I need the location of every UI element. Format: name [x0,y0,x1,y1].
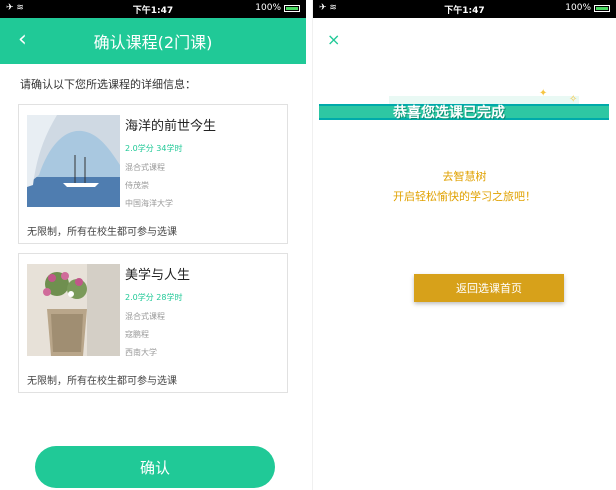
course-school: 中国海洋大学 [125,199,173,208]
nav-bar: ‹ 确认课程(2门课) [0,18,306,64]
status-bar: ✈ ≋ 下午1:47 100% [0,0,306,18]
course-name: 海洋的前世今生 [125,119,217,134]
page-title: 确认课程(2门课) [93,33,213,52]
status-right: 100% [565,3,610,13]
course-credits-hours: 2.0学分 28学时 [125,292,182,303]
status-bar: ✈ ≋ 下午1:47 100% [313,0,616,18]
message-line-1: 去智慧树 [442,170,487,183]
course-restriction: 无限制，所有在校生都可参与选课 [27,227,177,238]
confirm-courses-screen: ✈ ≋ 下午1:47 100% ‹ 确认课程(2门课) 请确认以下您所选课程的详… [0,0,306,490]
course-image-flowers [27,264,120,356]
course-mode: 混合式课程 [125,163,165,172]
course-image-ocean [27,115,120,207]
intro-text: 请确认以下您所选课程的详细信息： [20,78,196,91]
course-hours: 28学时 [156,293,183,302]
status-right: 100% [255,3,300,13]
battery-icon [594,4,610,12]
sparkle-icon: ✦ [539,88,548,99]
banner-text: 恭喜您选课已完成 [393,105,505,121]
course-name: 美学与人生 [125,268,191,283]
battery-percent: 100% [255,3,281,13]
course-card[interactable]: 美学与人生 2.0学分 28学时 混合式课程 寇鹏程 西南大学 无限制，所有在校… [18,253,288,393]
course-hours: 34学时 [156,144,183,153]
return-home-button[interactable]: 返回选课首页 [414,274,564,302]
course-credits: 2.0学分 [125,144,154,153]
course-credits-hours: 2.0学分 34学时 [125,143,182,154]
sparkle-icon: ✧ [569,94,578,105]
battery-icon [284,4,300,12]
course-school: 西南大学 [125,348,157,357]
course-card[interactable]: 海洋的前世今生 2.0学分 34学时 混合式课程 侍茂崇 中国海洋大学 无限制，… [18,104,288,244]
course-credits: 2.0学分 [125,293,154,302]
confirm-button[interactable]: 确认 [35,446,275,488]
success-banner: 恭喜您选课已完成 ✦ ✧ [319,88,609,128]
course-mode: 混合式课程 [125,312,165,321]
battery-percent: 100% [565,3,591,13]
course-teacher: 寇鹏程 [125,330,149,339]
back-arrow-icon[interactable]: ‹ [18,27,27,52]
close-icon[interactable]: × [327,30,340,49]
success-screen: ✈ ≋ 下午1:47 100% × 恭喜您选课已完成 ✦ ✧ 去智慧树 开启轻松… [312,0,616,490]
course-restriction: 无限制，所有在校生都可参与选课 [27,376,177,387]
message-line-2: 开启轻松愉快的学习之旅吧！ [393,190,536,203]
course-teacher: 侍茂崇 [125,181,149,190]
